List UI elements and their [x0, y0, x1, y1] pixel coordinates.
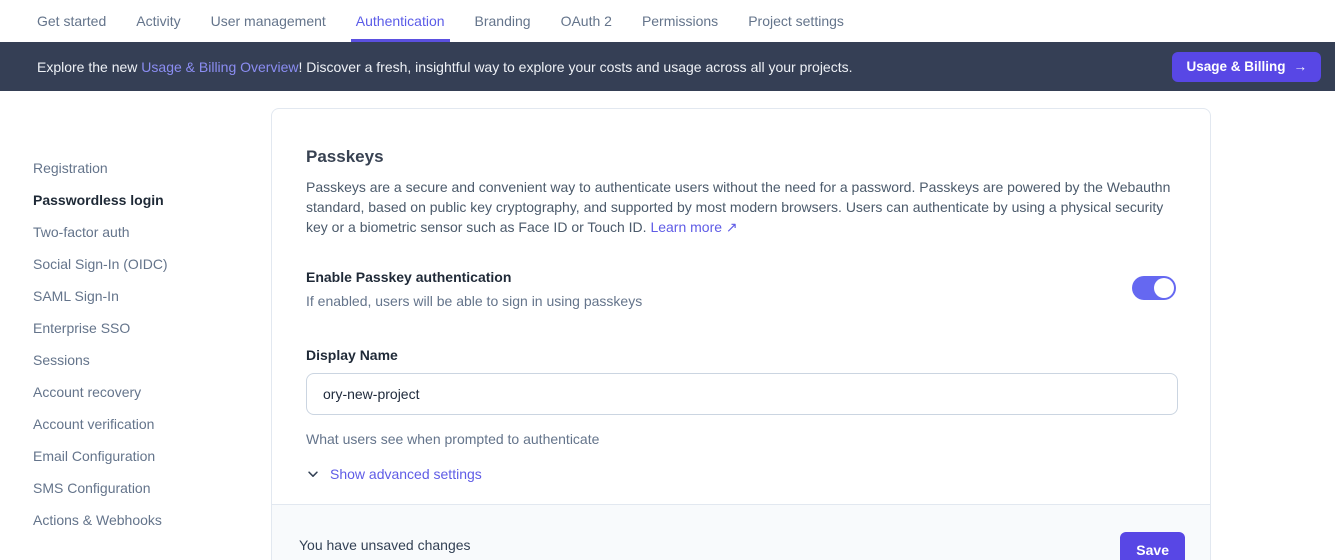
unsaved-changes-text: You have unsaved changes	[299, 537, 471, 553]
tab-user-management[interactable]: User management	[211, 0, 326, 42]
banner-text-before: Explore the new	[37, 59, 141, 75]
passkeys-card: Passkeys Passkeys are a secure and conve…	[271, 108, 1211, 560]
sidebar-item-sessions[interactable]: Sessions	[33, 351, 168, 370]
settings-sidebar: Registration Passwordless login Two-fact…	[33, 159, 168, 530]
enable-passkey-texts: Enable Passkey authentication If enabled…	[306, 267, 642, 311]
sidebar-item-email-configuration[interactable]: Email Configuration	[33, 447, 168, 466]
sidebar-item-enterprise-sso[interactable]: Enterprise SSO	[33, 319, 168, 338]
passkeys-description-text: Passkeys are a secure and convenient way…	[306, 179, 1170, 235]
unsaved-changes-bar: You have unsaved changes Save	[272, 504, 1210, 560]
save-button[interactable]: Save	[1120, 532, 1185, 560]
show-advanced-settings[interactable]: Show advanced settings	[306, 466, 482, 482]
chevron-down-icon	[306, 467, 320, 481]
sidebar-item-registration[interactable]: Registration	[33, 159, 168, 178]
tab-activity[interactable]: Activity	[136, 0, 180, 42]
toggle-knob	[1154, 278, 1174, 298]
display-name-input[interactable]	[306, 373, 1178, 415]
passkeys-description: Passkeys are a secure and convenient way…	[306, 177, 1176, 237]
enable-passkey-description: If enabled, users will be able to sign i…	[306, 291, 642, 311]
tab-authentication[interactable]: Authentication	[356, 0, 445, 42]
page-title: Passkeys	[306, 147, 1176, 167]
enable-passkey-label: Enable Passkey authentication	[306, 267, 642, 287]
show-advanced-settings-label: Show advanced settings	[330, 466, 482, 482]
display-name-label: Display Name	[306, 345, 1176, 365]
banner-text-after: ! Discover a fresh, insightful way to ex…	[298, 59, 852, 75]
usage-billing-overview-link[interactable]: Usage & Billing Overview	[141, 59, 298, 75]
sidebar-item-saml-sign-in[interactable]: SAML Sign-In	[33, 287, 168, 306]
enable-passkey-toggle[interactable]	[1132, 276, 1176, 300]
sidebar-item-passwordless-login[interactable]: Passwordless login	[33, 191, 168, 210]
usage-billing-button-label: Usage & Billing	[1186, 59, 1285, 74]
learn-more-label: Learn more	[650, 219, 722, 235]
tab-branding[interactable]: Branding	[475, 0, 531, 42]
passkeys-card-body: Passkeys Passkeys are a secure and conve…	[272, 109, 1210, 482]
sidebar-item-actions-webhooks[interactable]: Actions & Webhooks	[33, 511, 168, 530]
content-area: Registration Passwordless login Two-fact…	[0, 91, 1335, 560]
usage-billing-banner: Explore the new Usage & Billing Overview…	[0, 42, 1335, 91]
usage-billing-button[interactable]: Usage & Billing →	[1172, 52, 1321, 82]
tab-permissions[interactable]: Permissions	[642, 0, 718, 42]
top-navigation: Get started Activity User management Aut…	[0, 0, 1335, 42]
tab-project-settings[interactable]: Project settings	[748, 0, 844, 42]
tab-get-started[interactable]: Get started	[37, 0, 106, 42]
sidebar-item-account-verification[interactable]: Account verification	[33, 415, 168, 434]
sidebar-item-two-factor-auth[interactable]: Two-factor auth	[33, 223, 168, 242]
learn-more-link[interactable]: Learn more ↗	[650, 219, 737, 235]
sidebar-item-social-sign-in[interactable]: Social Sign-In (OIDC)	[33, 255, 168, 274]
sidebar-item-account-recovery[interactable]: Account recovery	[33, 383, 168, 402]
arrow-right-icon: →	[1294, 59, 1308, 74]
display-name-helper: What users see when prompted to authenti…	[306, 429, 1176, 449]
banner-message: Explore the new Usage & Billing Overview…	[37, 59, 853, 75]
external-link-icon: ↗	[726, 219, 738, 235]
sidebar-item-sms-configuration[interactable]: SMS Configuration	[33, 479, 168, 498]
tab-oauth2[interactable]: OAuth 2	[561, 0, 612, 42]
enable-passkey-row: Enable Passkey authentication If enabled…	[306, 267, 1176, 311]
